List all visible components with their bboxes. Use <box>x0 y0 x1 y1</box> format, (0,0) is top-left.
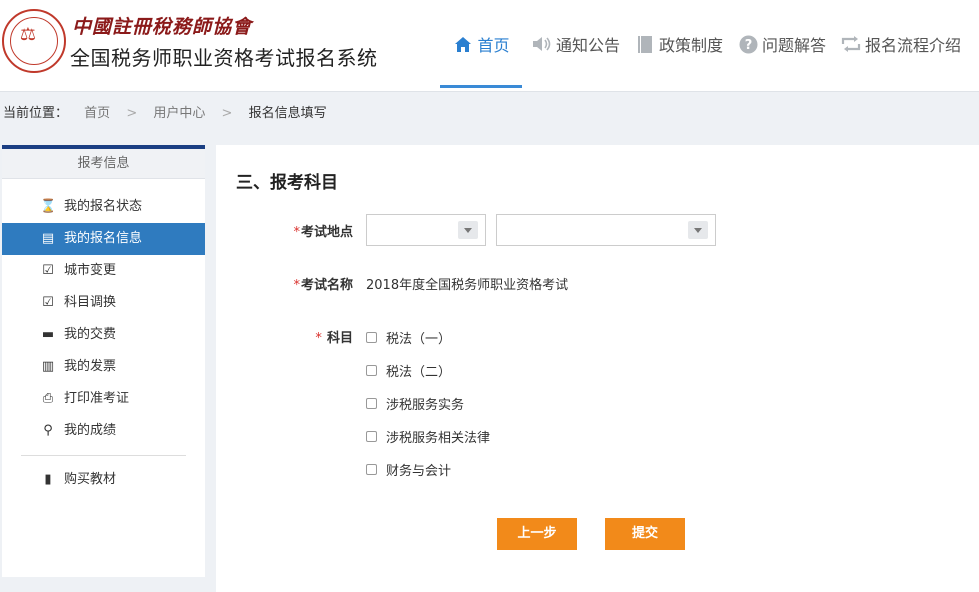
print-icon: ⎙ <box>42 391 54 406</box>
edit-icon: ☑ <box>42 295 54 310</box>
checkbox[interactable] <box>366 464 377 475</box>
chevron-down-icon <box>458 221 478 239</box>
sidebar-item-registration-status[interactable]: ⌛ 我的报名状态 <box>2 191 205 223</box>
checkbox[interactable] <box>366 398 377 409</box>
nav-process-label: 报名流程介绍 <box>865 36 962 55</box>
refresh-icon <box>840 33 862 55</box>
sidebar-item-subject-change[interactable]: ☑ 科目调换 <box>2 287 205 319</box>
nav-faq[interactable]: ? 问题解答 <box>732 0 831 88</box>
subject-tax-related-law[interactable]: 涉税服务相关法律 <box>366 427 490 446</box>
top-nav: 首页 通知公告 政策制度 ? 问题解答 报名流程介绍 <box>440 0 970 92</box>
sidebar-item-payment[interactable]: ▬ 我的交费 <box>2 319 205 351</box>
association-logo: ⚖ <box>2 9 66 73</box>
breadcrumb-prefix: 当前位置： <box>3 106 69 121</box>
sidebar-item-label: 我的成绩 <box>64 423 117 438</box>
city-select[interactable] <box>496 214 716 246</box>
book-icon: ▮ <box>44 472 52 487</box>
subject-tax-service-practice[interactable]: 涉税服务实务 <box>366 394 464 413</box>
search-icon: ⚲ <box>43 423 53 438</box>
nav-home[interactable]: 首页 <box>440 0 522 88</box>
breadcrumb-separator: > <box>221 106 233 121</box>
main-content: 三、报考科目 *考试地点 *考试名称 2018年度全国税务师职业资格考试 * 科… <box>216 145 979 592</box>
sidebar-item-label: 我的报名信息 <box>64 231 143 246</box>
sidebar-item-label: 我的发票 <box>64 359 117 374</box>
sidebar-item-label: 科目调换 <box>64 295 117 310</box>
subject-finance-accounting[interactable]: 财务与会计 <box>366 460 451 479</box>
sidebar-item-print-admission[interactable]: ⎙ 打印准考证 <box>2 383 205 415</box>
header: ⚖ 中國註冊稅務師協會 全国税务师职业资格考试报名系统 首页 通知公告 政策制度… <box>0 0 979 92</box>
barcode-icon: ▥ <box>41 359 55 374</box>
section-title: 三、报考科目 <box>236 173 338 193</box>
previous-step-button[interactable]: 上一步 <box>497 518 577 550</box>
submit-button[interactable]: 提交 <box>605 518 685 550</box>
sidebar-item-label: 购买教材 <box>64 472 117 487</box>
breadcrumb-separator: > <box>126 106 138 121</box>
sidebar: 报考信息 ⌛ 我的报名状态 ▤ 我的报名信息 ☑ 城市变更 ☑ 科目调换 ▬ 我… <box>2 145 205 577</box>
nav-notices[interactable]: 通知公告 <box>526 0 625 88</box>
breadcrumb: 当前位置： 首页 > 用户中心 > 报名信息填写 <box>0 92 979 135</box>
hourglass-icon: ⌛ <box>40 199 57 214</box>
checkbox[interactable] <box>366 431 377 442</box>
chevron-down-icon <box>688 221 708 239</box>
book-icon <box>634 33 656 55</box>
breadcrumb-user-center[interactable]: 用户中心 <box>153 106 205 121</box>
question-icon: ? <box>737 33 759 55</box>
subject-tax-law-2[interactable]: 税法（二） <box>366 361 451 380</box>
sidebar-item-invoice[interactable]: ▥ 我的发票 <box>2 351 205 383</box>
sidebar-item-registration-info[interactable]: ▤ 我的报名信息 <box>2 223 205 255</box>
sidebar-header: 报考信息 <box>2 149 205 179</box>
nav-policy-label: 政策制度 <box>659 36 724 55</box>
sidebar-item-scores[interactable]: ⚲ 我的成绩 <box>2 415 205 447</box>
subject-tax-law-1[interactable]: 税法（一） <box>366 328 451 347</box>
sidebar-item-buy-textbooks[interactable]: ▮ 购买教材 <box>2 464 205 496</box>
exam-name-label: *考试名称 <box>293 278 353 293</box>
breadcrumb-home[interactable]: 首页 <box>84 106 110 121</box>
nav-faq-label: 问题解答 <box>762 36 827 55</box>
sidebar-item-label: 打印准考证 <box>64 391 130 406</box>
system-title: 全国税务师职业资格考试报名系统 <box>70 46 378 70</box>
nav-policy[interactable]: 政策制度 <box>629 0 728 88</box>
exam-name-value: 2018年度全国税务师职业资格考试 <box>366 278 569 293</box>
card-icon: ▬ <box>41 327 55 342</box>
breadcrumb-current: 报名信息填写 <box>248 106 327 121</box>
subject-label: * 科目 <box>315 331 353 346</box>
exam-location-label: *考试地点 <box>293 225 353 240</box>
sidebar-item-label: 我的交费 <box>64 327 117 342</box>
list-icon: ▤ <box>41 231 55 246</box>
home-icon <box>452 33 474 55</box>
sidebar-item-label: 城市变更 <box>64 263 117 278</box>
province-select[interactable] <box>366 214 486 246</box>
association-name: 中國註冊稅務師協會 <box>72 16 253 38</box>
sidebar-item-label: 我的报名状态 <box>64 199 143 214</box>
sidebar-item-city-change[interactable]: ☑ 城市变更 <box>2 255 205 287</box>
nav-home-label: 首页 <box>477 36 510 55</box>
scales-icon: ⚖ <box>19 24 37 45</box>
checkbox[interactable] <box>366 365 377 376</box>
sidebar-divider <box>21 455 186 456</box>
nav-notices-label: 通知公告 <box>556 36 621 55</box>
nav-process[interactable]: 报名流程介绍 <box>835 0 966 88</box>
svg-text:?: ? <box>744 38 752 53</box>
checkbox[interactable] <box>366 332 377 343</box>
speaker-icon <box>531 33 553 55</box>
edit-icon: ☑ <box>42 263 54 278</box>
